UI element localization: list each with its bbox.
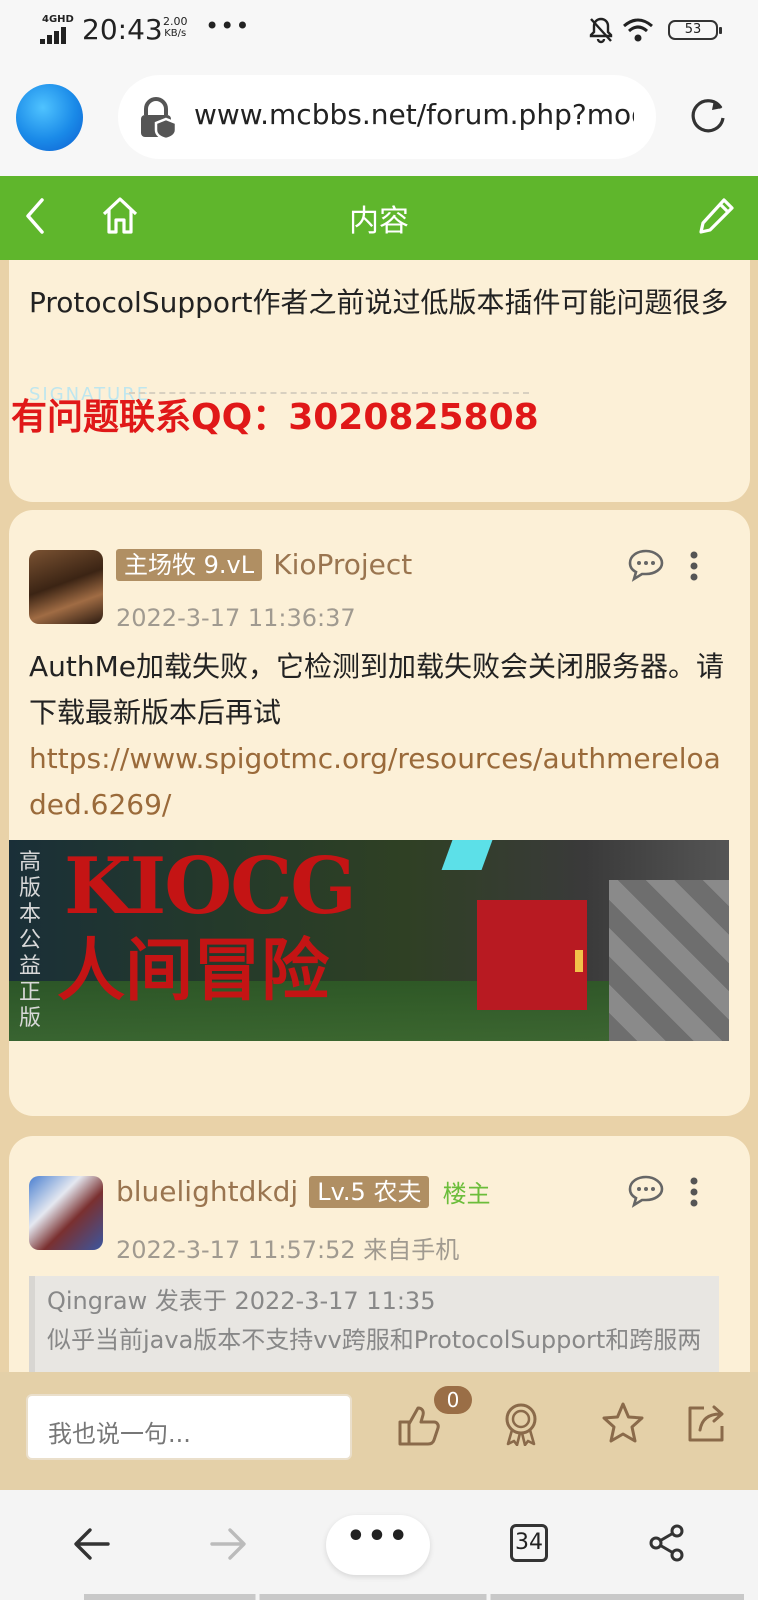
avatar[interactable] <box>29 1176 103 1250</box>
banner-logo-text: KIOCG <box>64 841 357 932</box>
post-author-line: bluelightdkdj Lv.5 农夫 楼主 <box>116 1174 491 1209</box>
user-level-badge: 主场牧 9.vL <box>116 548 263 581</box>
clock: 20:43 <box>82 13 163 46</box>
reply-input[interactable]: 我也说一句... <box>26 1394 352 1460</box>
quote-author: Qingraw 发表于 2022-3-17 11:35 <box>47 1287 436 1315</box>
banner-diamond <box>441 840 493 870</box>
arrow-left-icon[interactable] <box>72 1526 112 1562</box>
signature-contact: 有问题联系QQ：3020825808 <box>11 397 539 438</box>
share-nodes-icon[interactable] <box>648 1524 686 1562</box>
comment-icon[interactable] <box>627 548 665 582</box>
tabs-count-button[interactable]: 34 <box>510 1524 548 1562</box>
banner-red-blocks <box>477 900 587 1010</box>
lock-icon <box>141 97 178 139</box>
page-title: 内容 <box>349 204 409 239</box>
share-icon[interactable] <box>684 1400 730 1446</box>
thread-owner-tag: 楼主 <box>442 1180 491 1208</box>
status-right-icons: 53 <box>588 14 722 44</box>
browser-toolbar: www.mcbbs.net/forum.php?mod=viewthread <box>0 60 758 176</box>
signature-banner-image: 高版本公益正版 KIOCG 人间冒险 <box>9 840 729 1041</box>
network-type: 4GHD <box>42 14 74 25</box>
thumbs-up-icon[interactable] <box>396 1402 442 1448</box>
mute-bell-icon <box>589 17 613 44</box>
speed-value: 2.00 <box>163 15 188 28</box>
address-bar[interactable]: www.mcbbs.net/forum.php?mod=viewthread <box>118 75 656 159</box>
browser-menu-button[interactable]: ••• <box>326 1515 430 1575</box>
banner-torch <box>575 950 583 972</box>
banner-side-text: 高版本公益正版 <box>19 850 42 1031</box>
speed-unit: KB/s <box>164 28 187 39</box>
battery-icon: 53 <box>668 20 722 40</box>
browser-logo-icon[interactable] <box>16 84 83 151</box>
status-bar: 4GHD 20:43 2.00 KB/s ••• 53 <box>0 0 758 60</box>
edit-pencil-icon[interactable] <box>697 195 737 237</box>
arrow-right-icon[interactable] <box>208 1526 248 1562</box>
app-header: 内容 <box>0 176 758 260</box>
wifi-icon <box>623 18 653 42</box>
status-more-indicator: ••• <box>205 12 251 40</box>
medal-icon[interactable] <box>498 1400 544 1446</box>
post-author-line: 主场牧 9.vL KioProject <box>116 548 412 581</box>
post-text: AuthMe加载失败，它检测到加载失败会关闭服务器。请下载最新版本后再试 <box>29 650 725 729</box>
banner-subtitle-text: 人间冒险 <box>57 932 330 1011</box>
quote-block: Qingraw 发表于 2022-3-17 11:35 似乎当前java版本不支… <box>29 1276 719 1372</box>
post-date: 2022-3-17 11:57:52 来自手机 <box>116 1236 460 1264</box>
username[interactable]: KioProject <box>273 548 412 581</box>
avatar[interactable] <box>29 550 103 624</box>
post-date: 2022-3-17 11:36:37 <box>116 604 356 632</box>
post-link[interactable]: https://www.spigotmc.org/resources/authm… <box>29 736 729 828</box>
thread-content[interactable]: ProtocolSupport作者之前说过低版本插件可能问题很多 SIGNATU… <box>0 260 758 1372</box>
banner-stone <box>609 880 729 1041</box>
user-level-badge: Lv.5 农夫 <box>309 1175 430 1208</box>
browser-bottom-nav: ••• 34 <box>0 1490 758 1600</box>
network-speed: 2.00 KB/s <box>163 16 188 40</box>
post-card: 主场牧 9.vL KioProject 2022-3-17 11:36:37 A… <box>9 510 750 1116</box>
reload-icon[interactable] <box>688 96 728 136</box>
post-card: bluelightdkdj Lv.5 农夫 楼主 2022-3-17 11:57… <box>9 1136 750 1372</box>
star-icon[interactable] <box>600 1400 646 1446</box>
more-vertical-icon[interactable] <box>689 550 699 582</box>
gesture-bar <box>84 1594 744 1600</box>
quote-text: 似乎当前java版本不支持vv跨服和ProtocolSupport和跨服两 <box>47 1326 702 1354</box>
post-text: ProtocolSupport作者之前说过低版本插件可能问题很多 <box>29 286 729 319</box>
signal-bars-icon <box>40 26 74 44</box>
like-count-badge: 0 <box>434 1386 472 1414</box>
post-card: ProtocolSupport作者之前说过低版本插件可能问题很多 SIGNATU… <box>9 260 750 502</box>
username[interactable]: bluelightdkdj <box>116 1175 298 1208</box>
url-text[interactable]: www.mcbbs.net/forum.php?mod=viewthread <box>194 98 634 131</box>
comment-icon[interactable] <box>627 1174 665 1208</box>
more-vertical-icon[interactable] <box>689 1176 699 1208</box>
reply-bar: 我也说一句... 0 <box>0 1372 758 1490</box>
